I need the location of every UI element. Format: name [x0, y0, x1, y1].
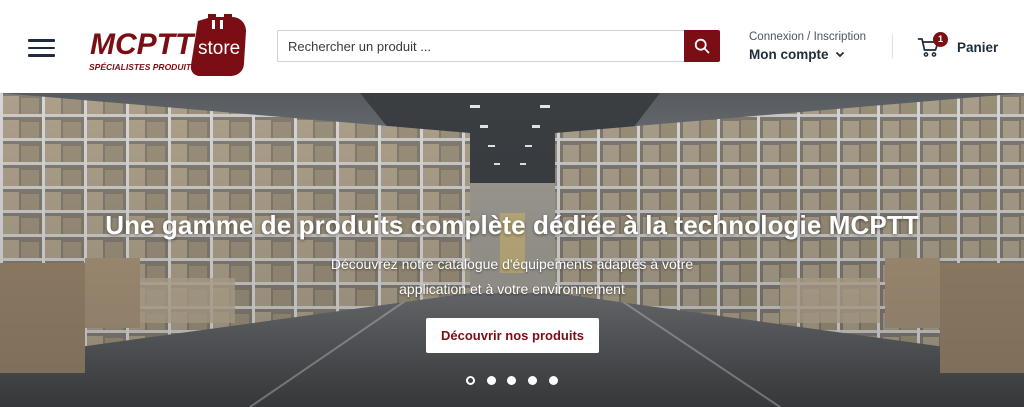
cart-label: Panier	[957, 39, 999, 55]
slide-dot-3[interactable]	[507, 376, 516, 385]
my-account-dropdown[interactable]: Mon compte	[749, 47, 889, 62]
hero-subtitle-line-2: application et à votre environnement	[399, 281, 625, 297]
site-header: MCPTT store SPÉCIALISTES PRODUITS Connex…	[0, 0, 1024, 93]
slide-dot-5[interactable]	[549, 376, 558, 385]
site-logo[interactable]: MCPTT store SPÉCIALISTES PRODUITS	[86, 13, 248, 79]
my-account-label: Mon compte	[749, 47, 829, 62]
hero-overlay	[0, 93, 1024, 407]
svg-text:SPÉCIALISTES PRODUITS: SPÉCIALISTES PRODUITS	[89, 62, 197, 72]
hero-slider: Une gamme de produits complète dédiée à …	[0, 93, 1024, 407]
slide-dot-1[interactable]	[466, 376, 475, 385]
slide-dot-4[interactable]	[528, 376, 537, 385]
svg-text:MCPTT: MCPTT	[90, 28, 196, 61]
chevron-down-icon	[835, 51, 844, 58]
slide-dot-2[interactable]	[487, 376, 496, 385]
hero-subtitle: Découvrez notre catalogue d'équipements …	[312, 252, 712, 302]
menu-icon[interactable]	[28, 37, 55, 59]
slider-pagination	[466, 376, 562, 386]
svg-text:store: store	[198, 38, 240, 59]
search-icon	[694, 38, 710, 54]
hero-title: Une gamme de produits complète dédiée à …	[105, 210, 919, 240]
cart-icon: 1	[917, 32, 948, 59]
cart-button[interactable]: 1 Panier	[917, 32, 1007, 61]
header-divider	[892, 34, 893, 58]
login-register-link[interactable]: Connexion / Inscription	[749, 30, 889, 44]
account-menu[interactable]: Connexion / Inscription Mon compte	[749, 30, 889, 66]
hero-subtitle-line-1: Découvrez notre catalogue d'équipements …	[330, 256, 694, 272]
search-input[interactable]	[278, 31, 684, 61]
discover-products-button[interactable]: Découvrir nos produits	[426, 318, 599, 353]
search-bar	[277, 30, 720, 62]
cart-count-badge: 1	[933, 32, 948, 47]
search-button[interactable]	[684, 30, 720, 62]
